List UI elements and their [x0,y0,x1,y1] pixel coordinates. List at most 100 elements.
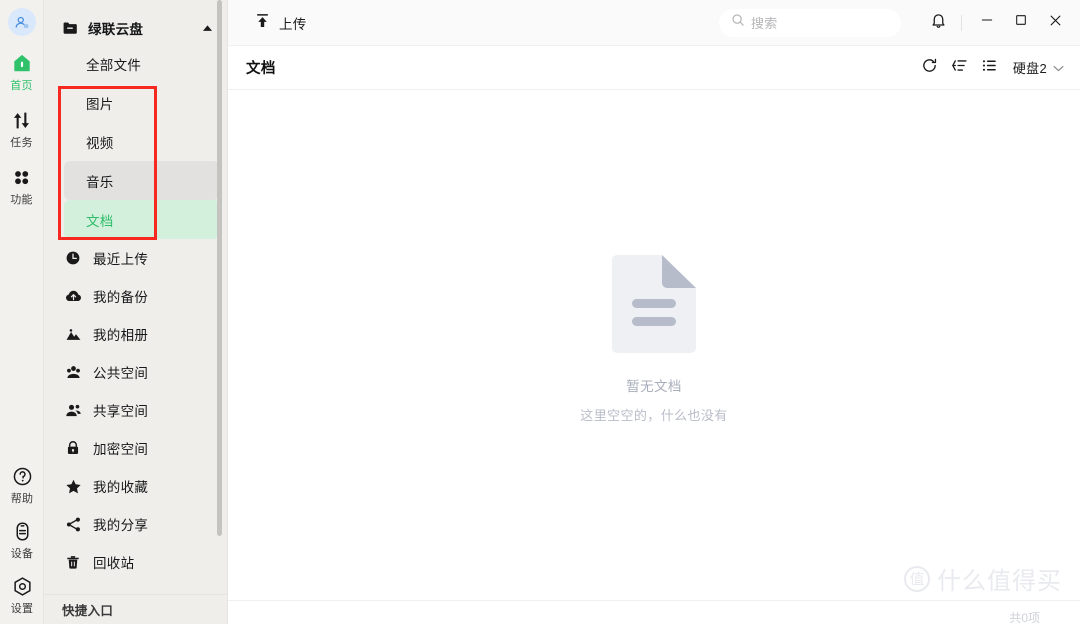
group-public-icon [64,363,82,381]
refresh-button[interactable] [915,53,945,83]
sidebar-item-shared-space[interactable]: 共享空间 [50,391,219,429]
lock-icon [64,439,82,457]
trash-icon [64,553,82,571]
sidebar-item-public-space[interactable]: 公共空间 [50,353,219,391]
rail-label-tasks: 任务 [10,137,33,149]
sidebar-item-my-shares[interactable]: 我的分享 [50,505,219,543]
rail-item-tasks[interactable]: 任务 [0,109,44,150]
people-share-icon [64,401,82,419]
search-input[interactable]: 搜索 [719,8,901,37]
avatar-person-icon [15,16,29,28]
rail-label-settings: 设置 [10,603,34,615]
settings-hex-icon [12,575,33,597]
empty-state-title: 暂无文档 [626,379,682,394]
transfer-icon [11,109,32,131]
view-mode-button[interactable] [975,53,1005,83]
sidebar-item-my-favorites[interactable]: 我的收藏 [50,467,219,505]
quick-entry-label: 快捷入口 [62,604,114,618]
rail-item-help[interactable]: 帮助 [0,465,44,506]
sidebar-label-public-space: 公共空间 [93,366,149,381]
sidebar-item-music[interactable]: 音乐 [64,161,219,200]
rail-item-settings[interactable]: 设置 [0,575,44,616]
notifications-button[interactable] [923,8,953,38]
sidebar-item-encrypted-space[interactable]: 加密空间 [50,429,219,467]
sidebar-label-my-favorites: 我的收藏 [93,480,149,495]
search-icon [731,13,745,32]
chevron-up-icon[interactable] [201,24,213,32]
rail-item-home[interactable]: 首页 [0,52,44,93]
sidebar-header-cloud-drive[interactable]: 绿联云盘 [44,12,227,44]
page-title: 文档 [246,61,276,77]
sidebar-label-pictures: 图片 [86,96,114,112]
status-bar: 共0项 [228,600,1080,624]
refresh-icon [921,57,938,79]
photo-mountain-icon [64,325,82,343]
sidebar-label-encrypted-space: 加密空间 [93,442,149,457]
sort-button[interactable] [945,53,975,83]
sidebar-label-videos: 视频 [86,135,114,151]
search-placeholder: 搜索 [751,16,778,31]
home-icon [11,52,33,74]
titlebar-divider [961,14,962,31]
sort-ascending-icon [951,57,968,79]
sidebar-item-all-files[interactable]: 全部文件 [64,44,219,83]
sidebar-label-my-backup: 我的备份 [93,290,149,305]
close-icon [1048,13,1063,33]
content-header: 文档 硬盘2 [228,46,1080,90]
sidebar-item-pictures[interactable]: 图片 [64,83,219,122]
document-empty-icon [608,254,700,359]
sidebar-scroll-area: 绿联云盘 全部文件 图片 视频 音乐 文档 最近上传 我的备份 我的相册 公共空… [44,0,227,594]
close-button[interactable] [1038,8,1072,38]
app-window: 首页 任务 功能 帮助 设备 设置 绿联云盘 全部文件 图片 视频 音乐 文档 … [0,0,1080,624]
sidebar-label-recycle-bin: 回收站 [93,556,135,571]
sidebar-item-recent-upload[interactable]: 最近上传 [50,239,219,277]
sidebar-label-my-shares: 我的分享 [93,518,149,533]
sidebar-label-my-album: 我的相册 [93,328,149,343]
sidebar-item-recycle-bin[interactable]: 回收站 [50,543,219,581]
rail-label-help: 帮助 [10,493,34,505]
minimize-button[interactable] [970,8,1004,38]
list-view-icon [981,57,998,79]
rail-item-device[interactable]: 设备 [0,520,44,561]
bell-icon [930,12,947,34]
star-icon [64,477,82,495]
help-circle-icon [12,465,33,487]
upload-button-label: 上传 [279,16,307,32]
empty-state: 暂无文档 这里空空的，什么也没有 [228,90,1080,624]
sidebar-label-documents: 文档 [86,213,114,229]
sidebar-item-documents[interactable]: 文档 [64,200,219,239]
left-rail: 首页 任务 功能 帮助 设备 设置 [0,0,44,624]
upload-button[interactable]: 上传 [246,7,315,39]
maximize-icon [1014,13,1028,32]
sidebar-item-my-album[interactable]: 我的相册 [50,315,219,353]
empty-state-subtitle: 这里空空的，什么也没有 [580,408,728,423]
cloud-icon [64,287,82,305]
sidebar-label-shared-space: 共享空间 [93,404,149,419]
clock-icon [64,249,82,267]
disk-selector[interactable]: 硬盘2 [1013,58,1064,77]
rail-item-features[interactable]: 功能 [0,166,44,207]
rail-label-device: 设备 [10,548,34,560]
upload-to-line-icon [254,12,271,34]
maximize-button[interactable] [1004,8,1038,38]
sidebar-scrollbar[interactable] [217,0,222,536]
sidebar-label-recent-upload: 最近上传 [93,252,149,267]
folder-minus-icon [62,20,78,36]
device-icon [12,520,33,542]
disk-selector-label: 硬盘2 [1012,61,1047,76]
sidebar: 绿联云盘 全部文件 图片 视频 音乐 文档 最近上传 我的备份 我的相册 公共空… [44,0,228,624]
main-area: 上传 搜索 文档 硬盘2 暂无文档 这里空空的，什么也没有 值 什么值得买 共0… [228,0,1080,624]
rail-label-home: 首页 [10,80,33,92]
chevron-down-icon [1053,59,1064,77]
minimize-icon [980,13,994,32]
apps-grid-icon [11,166,32,188]
sidebar-label-music: 音乐 [86,174,114,190]
sidebar-item-videos[interactable]: 视频 [64,122,219,161]
rail-label-features: 功能 [10,194,33,206]
sidebar-item-my-backup[interactable]: 我的备份 [50,277,219,315]
sidebar-footer-quick-entry[interactable]: 快捷入口 [44,594,227,624]
window-titlebar: 上传 搜索 [228,0,1080,46]
user-avatar[interactable] [7,8,36,36]
item-count-label: 共0项 [1009,611,1040,624]
rail-bottom-group: 帮助 设备 设置 [0,451,44,616]
